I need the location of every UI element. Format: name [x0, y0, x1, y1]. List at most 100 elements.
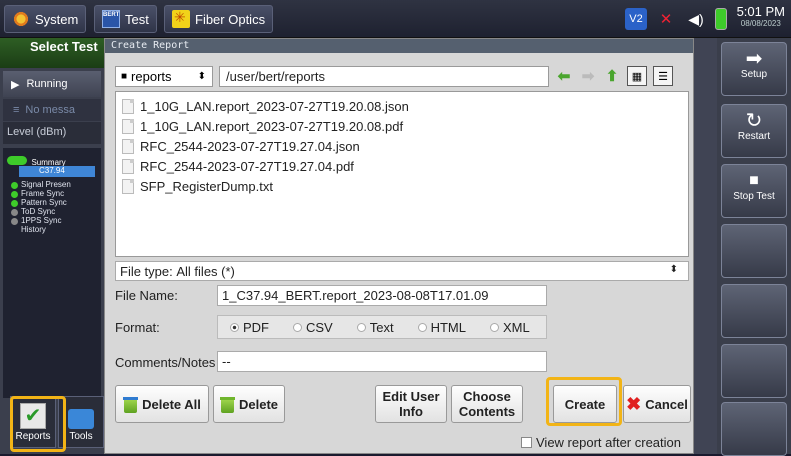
grid-view-icon[interactable]: ▦ — [627, 66, 647, 86]
radio-icon — [489, 322, 499, 332]
reports-button[interactable]: ✔ Reports — [10, 396, 56, 448]
stop-test-label: Stop Test — [733, 191, 775, 202]
messages-row[interactable]: ≡ No messa — [3, 99, 101, 121]
list-view-icon[interactable]: ☰ — [653, 66, 673, 86]
empty-soft-key[interactable] — [721, 284, 787, 338]
file-name: SFP_RegisterDump.txt — [140, 178, 273, 194]
folder-icon: ■ — [121, 70, 128, 82]
running-label: Running — [26, 78, 68, 90]
left-panel: Select Test ▶ Running ≡ No messa Level (… — [0, 38, 104, 454]
status-area: V2 ✕ ◀) — [625, 8, 727, 30]
speaker-icon[interactable]: ◀) — [685, 8, 707, 30]
choose-contents-button[interactable]: Choose Contents — [451, 385, 523, 423]
tree-item[interactable]: Signal Presen — [21, 180, 71, 189]
list-item[interactable]: 1_10G_LAN.report_2023-07-27T19.20.08.jso… — [122, 96, 688, 116]
file-name: RFC_2544-2023-07-27T19.27.04.pdf — [140, 158, 354, 174]
arrow-right-icon: ➡ — [745, 48, 763, 70]
tree-item-history[interactable]: History — [21, 225, 46, 234]
delete-label: Delete — [238, 396, 279, 412]
close-icon: ✖ — [626, 394, 642, 414]
format-option-csv[interactable]: CSV — [293, 320, 333, 335]
forward-arrow-icon[interactable]: ➡ — [579, 67, 597, 85]
tools-label: Tools — [69, 431, 93, 442]
status-dot-icon — [11, 182, 18, 189]
messages-icon: ≡ — [13, 104, 20, 116]
tools-button[interactable]: Tools — [58, 396, 104, 448]
comments-label: Comments/Notes — [115, 355, 216, 370]
clock-date: 08/08/2023 — [740, 19, 781, 28]
tab-test[interactable]: BERT Test — [94, 5, 157, 33]
restart-button[interactable]: ↻ Restart — [721, 104, 787, 158]
path-input[interactable]: /user/bert/reports — [219, 65, 549, 87]
file-name-label: File Name: — [115, 288, 178, 303]
dropdown-arrow-icon: ⬍ — [669, 264, 678, 275]
tools-icon — [68, 409, 94, 429]
radio-icon — [293, 322, 302, 332]
clock: 5:01 PM 08/08/2023 — [737, 4, 785, 28]
edit-user-info-button[interactable]: Edit User Info — [375, 385, 447, 423]
list-item[interactable]: RFC_2544-2023-07-27T19.27.04.pdf — [122, 156, 688, 176]
format-option-label: Text — [369, 319, 394, 335]
view-report-checkbox[interactable]: View report after creation — [521, 435, 681, 450]
v2-icon: V2 — [625, 8, 647, 30]
cancel-button[interactable]: ✖ Cancel — [623, 385, 691, 423]
trash-icon — [123, 396, 139, 413]
empty-soft-key[interactable] — [721, 224, 787, 278]
format-option-label: PDF — [243, 319, 269, 335]
tree-item-c37-94[interactable]: C37.94 — [19, 166, 95, 177]
clock-time: 5:01 PM — [736, 4, 785, 19]
tree-summary[interactable]: Summary — [7, 152, 97, 167]
cancel-label: Cancel — [645, 396, 688, 412]
file-icon — [122, 178, 134, 194]
file-name: 1_10G_LAN.report_2023-07-27T19.20.08.pdf — [140, 118, 404, 134]
setup-button[interactable]: ➡ Setup — [721, 42, 787, 96]
tab-test-label: Test — [125, 11, 149, 27]
format-option-html[interactable]: HTML — [417, 319, 466, 335]
tree-item[interactable]: Frame Sync — [21, 189, 64, 198]
directory-select[interactable]: ■ reports ⬍ — [115, 65, 213, 87]
status-dot-icon — [11, 191, 18, 198]
format-option-text[interactable]: Text — [356, 319, 394, 335]
tab-fiber-optics[interactable]: Fiber Optics — [164, 5, 274, 33]
select-test-button[interactable]: Select Test — [0, 38, 104, 68]
status-dot-icon — [11, 209, 18, 216]
dialog-title: Create Report — [105, 39, 693, 53]
list-item[interactable]: 1_10G_LAN.report_2023-07-27T19.20.08.pdf — [122, 116, 688, 136]
format-option-pdf[interactable]: PDF — [230, 320, 269, 335]
format-option-label: CSV — [306, 319, 333, 335]
file-icon — [122, 98, 134, 114]
create-button[interactable]: Create — [553, 385, 617, 423]
list-item[interactable]: SFP_RegisterDump.txt — [122, 176, 688, 196]
dropdown-arrow-icon: ⬍ — [197, 70, 206, 82]
setup-label: Setup — [740, 69, 768, 80]
delete-all-label: Delete All — [142, 396, 201, 412]
empty-soft-key[interactable] — [721, 402, 787, 456]
running-status[interactable]: ▶ Running — [3, 71, 101, 97]
tree-item[interactable]: Pattern Sync — [21, 198, 67, 207]
format-option-xml[interactable]: XML — [489, 320, 530, 335]
level-label: Level (dBm) — [3, 122, 101, 144]
up-arrow-icon[interactable]: ⬆ — [603, 67, 621, 85]
radio-selected-icon — [230, 322, 239, 332]
tab-system[interactable]: System — [4, 5, 87, 33]
tree-item[interactable]: ToD Sync — [21, 207, 55, 216]
format-option-label: HTML — [430, 319, 466, 335]
back-arrow-icon[interactable]: ⬅ — [555, 67, 573, 85]
file-list: 1_10G_LAN.report_2023-07-27T19.20.08.jso… — [115, 91, 689, 257]
right-panel: ➡ Setup ↻ Restart ■ Stop Test — [717, 38, 791, 456]
file-type-select[interactable]: File type: All files (*) ⬍ — [115, 261, 689, 281]
empty-soft-key[interactable] — [721, 344, 787, 398]
delete-all-button[interactable]: Delete All — [115, 385, 209, 423]
file-type-label: File type: — [120, 264, 173, 279]
tab-fiber-optics-label: Fiber Optics — [195, 11, 266, 27]
reports-icon: ✔ — [20, 403, 46, 429]
list-item[interactable]: RFC_2544-2023-07-27T19.27.04.json — [122, 136, 688, 156]
tree-item[interactable]: 1PPS Sync — [21, 216, 61, 225]
comments-input[interactable]: -- — [217, 351, 547, 372]
file-name-input[interactable]: 1_C37.94_BERT.report_2023-08-08T17.01.09 — [217, 285, 547, 306]
stop-test-button[interactable]: ■ Stop Test — [721, 164, 787, 218]
file-name: RFC_2544-2023-07-27T19.27.04.json — [140, 138, 360, 154]
summary-status-icon — [7, 156, 27, 166]
radio-icon — [417, 322, 427, 332]
delete-button[interactable]: Delete — [213, 385, 285, 423]
